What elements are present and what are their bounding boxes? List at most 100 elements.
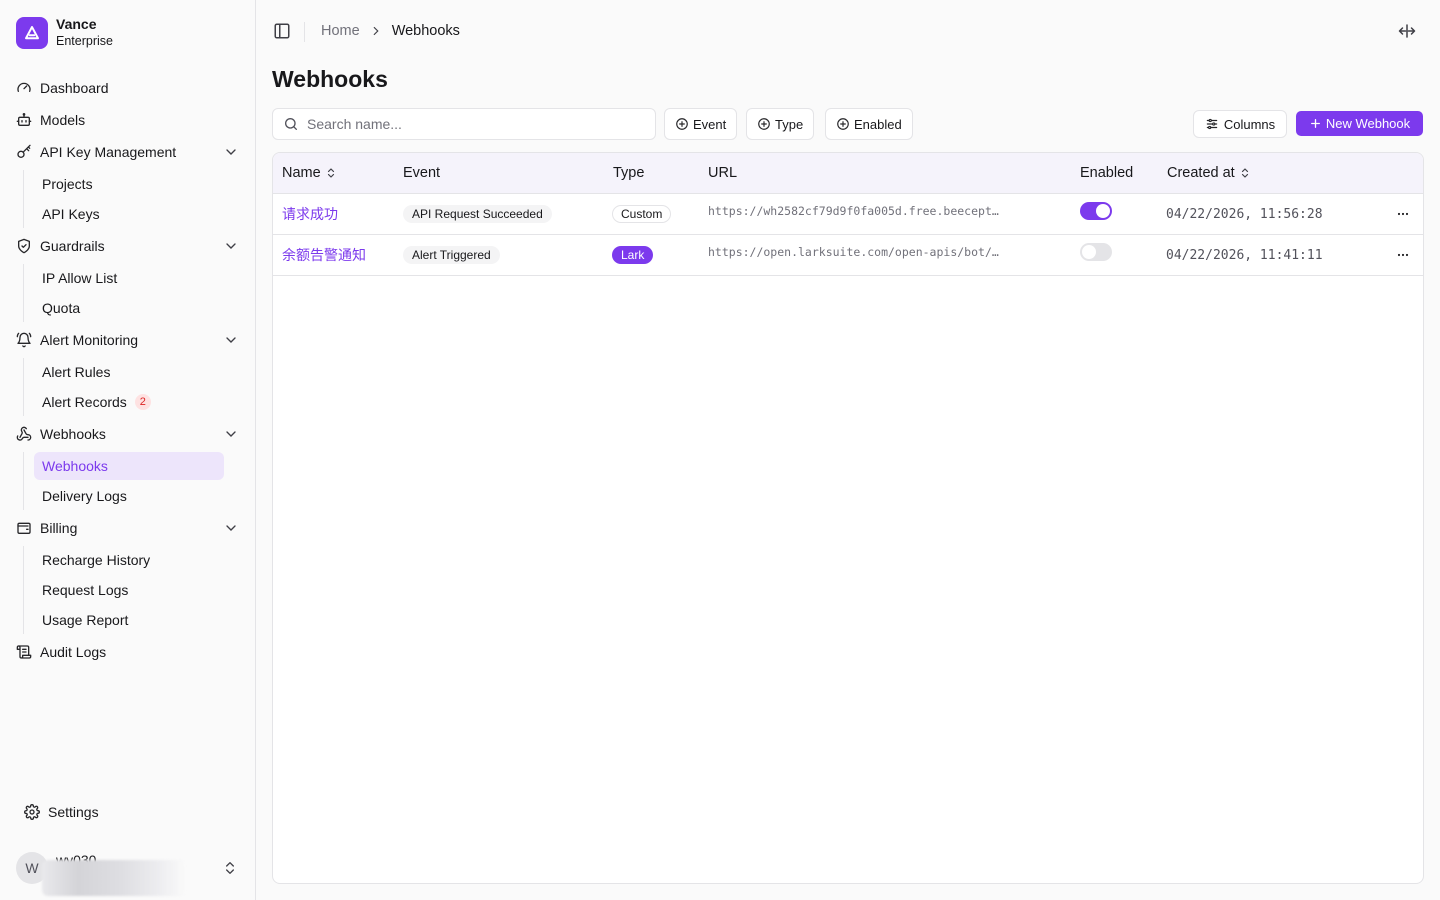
event-badge: API Request Succeeded (403, 205, 552, 223)
sidebar-item-api-keys[interactable]: API Keys (34, 200, 224, 228)
sidebar-item-alert-rules[interactable]: Alert Rules (34, 358, 224, 386)
sliders-icon (1205, 117, 1219, 131)
sidebar-item-request-logs[interactable]: Request Logs (34, 576, 224, 604)
filter-enabled-button[interactable]: Enabled (825, 108, 913, 140)
sidebar-item-label: Guardrails (40, 238, 105, 254)
sidebar-nav: Dashboard Models API Key Management Proj… (8, 72, 247, 668)
sidebar-item-projects[interactable]: Projects (34, 170, 224, 198)
sidebar-item-label: Audit Logs (40, 644, 107, 660)
webhooks-table: Name Event Type URL Enabled Created at 请… (272, 152, 1424, 884)
sidebar-item-billing[interactable]: Billing (8, 512, 247, 544)
filter-enabled-label: Enabled (854, 116, 902, 132)
created-at: 04/22/2026, 11:41:11 (1166, 247, 1323, 263)
search-icon (283, 116, 299, 132)
brand-subtitle: Enterprise (56, 34, 113, 48)
webhook-name-link[interactable]: 余额告警通知 (282, 245, 366, 265)
key-icon (16, 144, 32, 160)
top-header: Home Webhooks (257, 0, 1440, 64)
wallet-icon (16, 520, 32, 536)
search-box (272, 108, 656, 140)
column-label: Name (282, 165, 321, 181)
sidebar-toggle-icon[interactable] (273, 22, 293, 42)
enabled-toggle[interactable] (1080, 202, 1112, 220)
page-title: Webhooks (272, 66, 388, 92)
table-row[interactable]: 请求成功 API Request Succeeded Custom https:… (273, 194, 1423, 235)
user-menu[interactable]: W wy030 (16, 850, 240, 896)
sort-icon[interactable] (325, 167, 337, 179)
sidebar-item-label: Dashboard (40, 80, 109, 96)
toggle-knob (1096, 204, 1110, 218)
api-key-submenu: Projects API Keys (23, 170, 247, 228)
move-horizontal-icon[interactable] (1398, 22, 1418, 42)
new-webhook-label: New Webhook (1325, 116, 1411, 131)
plus-icon (1309, 117, 1322, 130)
webhooks-submenu: Webhooks Delivery Logs (23, 452, 247, 510)
webhook-url: https://wh2582cf79d9f0fa005d.free.beecep… (708, 204, 1000, 218)
breadcrumb-home-link[interactable]: Home (321, 23, 360, 39)
bot-icon (16, 112, 32, 128)
sidebar-item-quota[interactable]: Quota (34, 294, 224, 322)
sidebar-item-label: API Key Management (40, 144, 177, 160)
column-header-enabled: Enabled (1080, 165, 1134, 181)
alert-monitoring-submenu: Alert Rules Alert Records 2 (23, 358, 247, 416)
webhook-url: https://open.larksuite.com/open-apis/bot… (708, 245, 1000, 259)
column-header-created-at[interactable]: Created at (1167, 165, 1251, 181)
sidebar-item-guardrails[interactable]: Guardrails (8, 230, 247, 262)
columns-button[interactable]: Columns (1193, 110, 1287, 138)
sidebar-item-dashboard[interactable]: Dashboard (8, 72, 247, 104)
chevron-down-icon (223, 426, 239, 442)
filter-event-button[interactable]: Event (664, 108, 738, 140)
sidebar-item-usage-report[interactable]: Usage Report (34, 606, 224, 634)
sidebar-item-alert-monitoring[interactable]: Alert Monitoring (8, 324, 247, 356)
filter-type-label: Type (775, 116, 804, 132)
column-header-type: Type (613, 165, 645, 181)
breadcrumb-current: Webhooks (391, 23, 460, 39)
filter-type-button[interactable]: Type (746, 108, 815, 140)
alert-count-badge: 2 (134, 394, 151, 410)
enabled-toggle[interactable] (1080, 243, 1112, 261)
created-at: 04/22/2026, 11:56:28 (1166, 206, 1323, 222)
sidebar-item-models[interactable]: Models (8, 104, 247, 136)
header-divider (304, 22, 305, 42)
settings-label: Settings (48, 804, 99, 820)
vance-logo-icon (16, 17, 48, 49)
chevron-down-icon (223, 332, 239, 348)
sidebar-item-api-key-management[interactable]: API Key Management (8, 136, 247, 168)
table-header: Name Event Type URL Enabled Created at (273, 153, 1423, 194)
brand[interactable]: Vance Enterprise (16, 16, 113, 50)
webhook-name-link[interactable]: 请求成功 (282, 204, 338, 224)
sidebar-item-settings[interactable]: Settings (16, 796, 240, 828)
column-header-name[interactable]: Name (282, 165, 337, 181)
sidebar-item-delivery-logs[interactable]: Delivery Logs (34, 482, 224, 510)
sidebar-item-label: Billing (40, 520, 78, 536)
chevron-down-icon (223, 520, 239, 536)
more-actions-icon[interactable] (1393, 204, 1413, 224)
search-input[interactable] (307, 116, 637, 132)
sidebar-item-label: Webhooks (40, 426, 106, 442)
sidebar-item-audit-logs[interactable]: Audit Logs (8, 636, 247, 668)
sort-icon[interactable] (1239, 167, 1251, 179)
sidebar-item-label: Models (40, 112, 86, 128)
sidebar-item-ip-allow-list[interactable]: IP Allow List (34, 264, 224, 292)
more-actions-icon[interactable] (1393, 245, 1413, 265)
sidebar-item-webhooks-group[interactable]: Webhooks (8, 418, 247, 450)
chevron-right-icon (369, 24, 383, 38)
sidebar-item-recharge-history[interactable]: Recharge History (34, 546, 224, 574)
plus-circle-icon (757, 117, 771, 131)
billing-submenu: Recharge History Request Logs Usage Repo… (23, 546, 247, 634)
plus-circle-icon (675, 117, 689, 131)
redacted-user-info (42, 860, 186, 896)
brand-name: Vance (56, 16, 97, 32)
sidebar-item-label: Alert Monitoring (40, 332, 139, 348)
filter-event-label: Event (693, 116, 727, 132)
sidebar: Vance Enterprise Dashboard Models API Ke… (0, 0, 256, 900)
bell-ring-icon (16, 332, 32, 348)
sidebar-item-webhooks[interactable]: Webhooks (34, 452, 224, 480)
column-header-event: Event (403, 165, 441, 181)
sidebar-item-alert-records[interactable]: Alert Records 2 (34, 388, 224, 416)
columns-label: Columns (1223, 116, 1276, 132)
new-webhook-button[interactable]: New Webhook (1296, 111, 1423, 136)
plus-circle-icon (836, 117, 850, 131)
table-row[interactable]: 余额告警通知 Alert Triggered Lark https://open… (273, 235, 1423, 276)
gauge-icon (16, 80, 32, 96)
